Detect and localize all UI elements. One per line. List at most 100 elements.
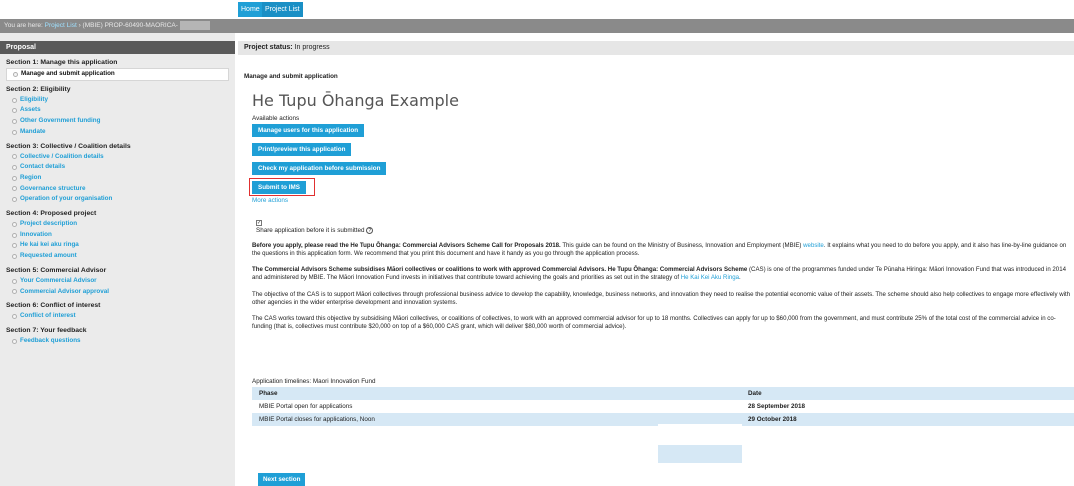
sidebar-item-requested-amount[interactable]: Requested amount bbox=[0, 251, 235, 262]
next-section-button[interactable]: Next section bbox=[258, 473, 306, 486]
radio-circle-icon bbox=[12, 197, 17, 203]
sidebar-item-label: Operation of your organisation bbox=[20, 195, 113, 203]
table-header: Phase bbox=[252, 387, 744, 400]
section-title: Section 2: Eligibility bbox=[6, 85, 71, 93]
tab-home[interactable]: Home bbox=[238, 2, 263, 17]
radio-circle-icon bbox=[12, 165, 17, 171]
table-cell: MBIE Portal open for applications bbox=[259, 403, 353, 410]
section-heading: Manage and submit application bbox=[244, 73, 338, 80]
radio-circle-icon bbox=[13, 71, 18, 77]
breadcrumb: You are here: Project List › (MBIE) PROP… bbox=[0, 19, 1074, 33]
sidebar-item-label: Other Government funding bbox=[20, 117, 101, 125]
sidebar-item-assets[interactable]: Assets bbox=[0, 105, 235, 116]
sidebar-item-mandate[interactable]: Mandate bbox=[0, 127, 235, 138]
table-row: MBIE Portal open for applications 28 Sep… bbox=[252, 400, 1074, 413]
radio-circle-icon bbox=[12, 289, 17, 295]
sidebar-item-label: Governance structure bbox=[20, 184, 86, 192]
radio-circle-icon bbox=[12, 243, 17, 249]
sidebar-item-advisor-approval[interactable]: Commercial Advisor approval bbox=[0, 287, 235, 298]
sidebar-item-label: Region bbox=[20, 173, 42, 181]
radio-circle-icon bbox=[12, 175, 17, 181]
available-actions-label: Available actions bbox=[252, 115, 300, 122]
redacted-block bbox=[179, 20, 210, 30]
section-title: Section 5: Commercial Advisor bbox=[6, 266, 107, 274]
highlight-box bbox=[249, 178, 315, 196]
check-application-button[interactable]: Check my application before submission bbox=[252, 162, 387, 175]
sidebar-item-label: Manage and submit application bbox=[21, 70, 115, 77]
sidebar: Proposal Section 1: Manage this applicat… bbox=[0, 33, 235, 486]
p1-text: This guide can be found on the Ministry … bbox=[560, 242, 804, 249]
sidebar-item-label: Commercial Advisor approval bbox=[20, 287, 110, 295]
radio-circle-icon bbox=[12, 253, 17, 259]
table-cell: 28 September 2018 bbox=[748, 403, 806, 410]
radio-circle-icon bbox=[12, 232, 17, 238]
timeline-label: Application timelines: Maori Innovation … bbox=[252, 378, 376, 385]
radio-circle-icon bbox=[12, 129, 17, 135]
p1-bold: Before you apply, please read the He Tup… bbox=[252, 242, 561, 249]
page-title: He Tupu Ōhanga Example bbox=[252, 91, 459, 110]
sidebar-item-label: Requested amount bbox=[20, 252, 77, 260]
sidebar-item-project-description[interactable]: Project description bbox=[0, 219, 235, 230]
sidebar-item-innovation[interactable]: Innovation bbox=[0, 230, 235, 241]
sidebar-item-label: He kai kei aku ringa bbox=[20, 241, 79, 249]
project-status-bar: Project status: In progress bbox=[238, 41, 1074, 55]
p2-text-end: . bbox=[738, 274, 741, 282]
table-header: Date bbox=[744, 387, 1074, 400]
sidebar-item-governance[interactable]: Governance structure bbox=[0, 184, 235, 195]
radio-circle-icon bbox=[12, 97, 17, 103]
sidebar-item-manage-submit[interactable]: Manage and submit application bbox=[6, 68, 229, 81]
breadcrumb-current: › (MBIE) PROP-60490-MAORICA- bbox=[76, 22, 178, 29]
sidebar-item-label: Conflict of interest bbox=[20, 312, 76, 320]
sidebar-item-eligibility[interactable]: Eligibility bbox=[0, 95, 235, 106]
p2-bold: The Commercial Advisors Scheme subsidise… bbox=[252, 266, 748, 273]
sidebar-item-label: Eligibility bbox=[20, 95, 48, 103]
sidebar-item-label: Your Commercial Advisor bbox=[20, 276, 97, 284]
timeline-table: Phase Date MBIE Portal open for applicat… bbox=[252, 387, 1074, 426]
sidebar-item-your-advisor[interactable]: Your Commercial Advisor bbox=[0, 276, 235, 287]
radio-circle-icon bbox=[12, 154, 17, 160]
top-nav: Home Project List bbox=[0, 0, 1074, 19]
intro-paragraph-3: The objective of the CAS is to support M… bbox=[252, 291, 1071, 307]
sidebar-item-region[interactable]: Region bbox=[0, 173, 235, 184]
sidebar-item-feedback[interactable]: Feedback questions bbox=[0, 336, 235, 347]
radio-circle-icon bbox=[12, 118, 17, 124]
breadcrumb-prefix: You are here: bbox=[4, 22, 45, 29]
sidebar-item-contact-details[interactable]: Contact details bbox=[0, 162, 235, 173]
print-preview-button[interactable]: Print/preview this application bbox=[252, 143, 352, 156]
radio-circle-icon bbox=[12, 108, 17, 114]
intro-paragraph-4: The CAS works toward this objective by s… bbox=[252, 315, 1056, 331]
share-label: Share application before it is submitted… bbox=[256, 227, 374, 235]
section-title: Section 6: Conflict of interest bbox=[6, 302, 101, 310]
section-title: Section 1: Manage this application bbox=[6, 59, 118, 66]
radio-circle-icon bbox=[12, 186, 17, 192]
main-content: Project status: In progress Manage and s… bbox=[238, 33, 1074, 486]
radio-circle-icon bbox=[12, 338, 17, 344]
sidebar-item-label: Innovation bbox=[20, 230, 52, 238]
he-kai-link[interactable]: He Kai Kei Aku Ringa bbox=[681, 274, 739, 281]
more-actions-link[interactable]: More actions bbox=[252, 197, 288, 204]
section-title: Section 7: Your feedback bbox=[6, 326, 87, 334]
help-icon[interactable]: ? bbox=[366, 227, 374, 234]
redacted-block bbox=[658, 445, 742, 463]
breadcrumb-link-project-list[interactable]: Project List bbox=[45, 22, 77, 29]
share-checkbox[interactable]: ✓ bbox=[256, 220, 262, 226]
share-label-text: Share application before it is submitted bbox=[256, 227, 365, 235]
table-header-row: Phase Date bbox=[252, 387, 1074, 400]
sidebar-item-label: Feedback questions bbox=[20, 336, 81, 344]
sidebar-item-label: Collective / Coalition details bbox=[20, 152, 104, 160]
tab-project-list[interactable]: Project List bbox=[262, 2, 303, 17]
sidebar-item-operation[interactable]: Operation of your organisation bbox=[0, 194, 235, 205]
sidebar-item-collective-details[interactable]: Collective / Coalition details bbox=[0, 152, 235, 163]
manage-users-button[interactable]: Manage users for this application bbox=[252, 124, 365, 137]
radio-circle-icon bbox=[12, 221, 17, 227]
sidebar-item-label: Project description bbox=[20, 220, 78, 228]
sidebar-item-conflict[interactable]: Conflict of interest bbox=[0, 311, 235, 322]
website-link[interactable]: website bbox=[803, 242, 824, 249]
radio-circle-icon bbox=[12, 314, 17, 320]
sidebar-item-he-kai[interactable]: He kai kei aku ringa bbox=[0, 240, 235, 251]
sidebar-item-label: Mandate bbox=[20, 127, 46, 135]
intro-paragraph-1: Before you apply, please read the He Tup… bbox=[252, 242, 1074, 259]
sidebar-item-label: Contact details bbox=[20, 163, 66, 171]
sidebar-item-other-govt-funding[interactable]: Other Government funding bbox=[0, 116, 235, 127]
section-title: Section 3: Collective / Coalition detail… bbox=[6, 142, 131, 150]
